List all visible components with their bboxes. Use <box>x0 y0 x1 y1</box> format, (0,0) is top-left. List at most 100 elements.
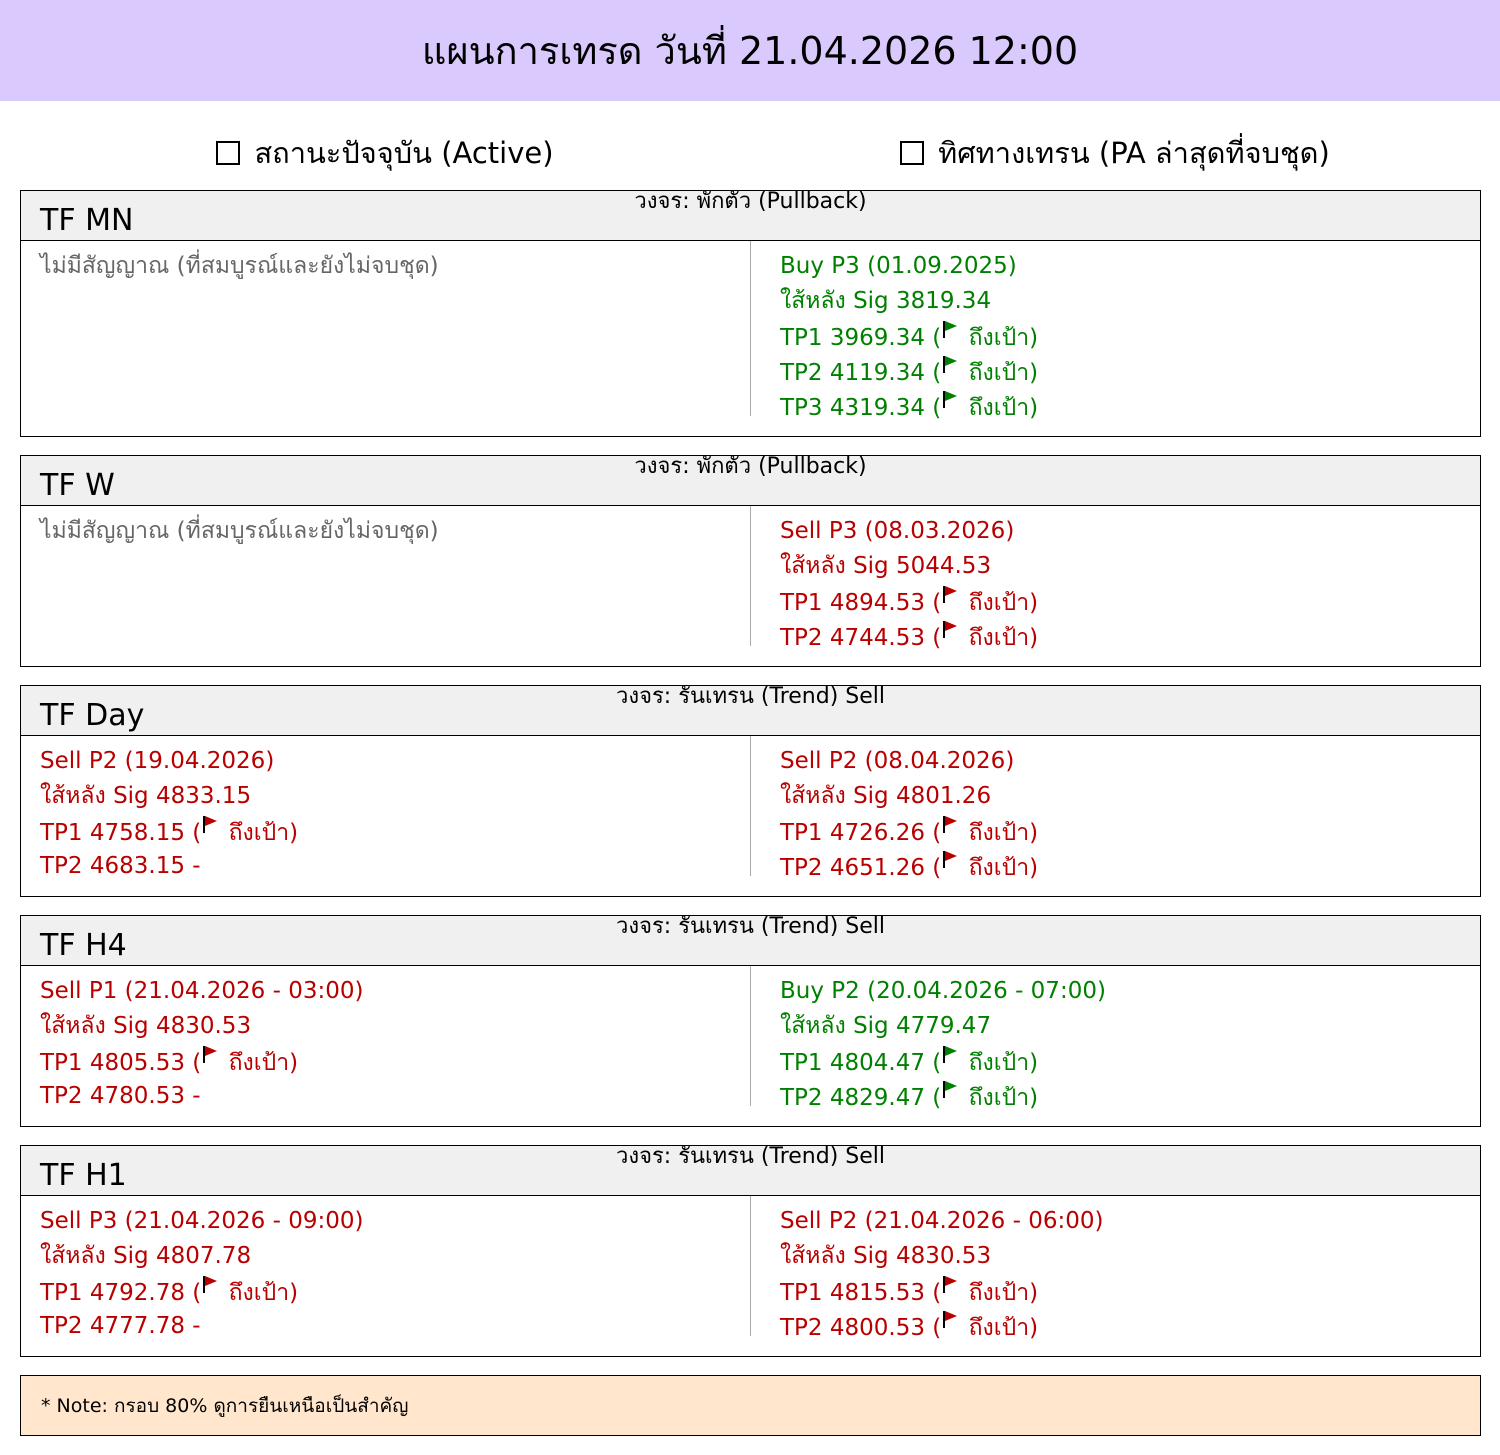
signal-text: TP2 4800.53 ( <box>780 1315 942 1341</box>
flag-icon <box>942 1276 958 1296</box>
signal-text: ใส้หลัง Sig 4807.78 <box>40 1243 252 1269</box>
left-signal-line: ใส้หลัง Sig 4807.78 <box>40 1241 740 1276</box>
cycle-label: วงจร: รันเทรน (Trend) Sell <box>615 914 886 939</box>
left-signal-line: Sell P2 (19.04.2026) <box>40 746 740 781</box>
panel-body: ไม่มีสัญญาณ (ที่สมบูรณ์และยังไม่จบชุด) Se… <box>21 506 1480 666</box>
panel-tf-h4: TF H4 วงจร: รันเทรน (Trend) Sell Sell P1 (… <box>20 914 1481 1127</box>
right-signal-line: ใส้หลัง Sig 3819.34 <box>780 286 1470 321</box>
signal-text: TP1 4804.47 ( <box>780 1050 942 1076</box>
panel-header: TF H4 วงจร: รันเทรน (Trend) Sell <box>21 914 1480 966</box>
signal-text: TP2 4777.78 - <box>40 1313 201 1339</box>
column-header-active: สถานะปัจจุบัน (Active) <box>20 128 750 178</box>
flag-icon <box>942 356 958 376</box>
right-signal-line: ใส้หลัง Sig 4801.26 <box>780 781 1470 816</box>
note-text: * Note: กรอบ 80% ดูการยืนเหนือเป็นสำคัญ <box>41 1394 409 1417</box>
signal-text: ใส้หลัง Sig 5044.53 <box>780 553 992 579</box>
signal-text: TP2 4829.47 ( <box>780 1085 942 1111</box>
flag-icon <box>202 1046 218 1066</box>
page-header: แผนการเทรด วันที่ 21.04.2026 12:00 <box>0 0 1500 101</box>
right-signal-line: Buy P3 (01.09.2025) <box>780 251 1470 286</box>
signal-status: ถึงเป้า) <box>961 1280 1039 1306</box>
flag-icon <box>942 586 958 606</box>
active-status-column: ไม่มีสัญญาณ (ที่สมบูรณ์และยังไม่จบชุด) <box>40 516 740 551</box>
flag-icon <box>202 816 218 836</box>
trend-checkbox[interactable] <box>900 141 925 165</box>
right-signal-line: TP2 4744.53 ( ถึงเป้า) <box>780 621 1470 656</box>
right-signal-line: TP2 4651.26 ( ถึงเป้า) <box>780 851 1470 886</box>
signal-text: TP1 4726.26 ( <box>780 820 942 846</box>
left-signal-line: Sell P3 (21.04.2026 - 09:00) <box>40 1206 740 1241</box>
panel-tf-h1: TF H1 วงจร: รันเทรน (Trend) Sell Sell P3 (… <box>20 1144 1481 1357</box>
left-signal-line: TP1 4758.15 ( ถึงเป้า) <box>40 816 740 851</box>
active-status-column: Sell P2 (19.04.2026) ใส้หลัง Sig 4833.15 T… <box>40 746 740 886</box>
panel-tf-day: TF Day วงจร: รันเทรน (Trend) Sell Sell P2 … <box>20 684 1481 897</box>
page-title: แผนการเทรด วันที่ 21.04.2026 12:00 <box>421 29 1079 73</box>
signal-text: TP2 4744.53 ( <box>780 625 942 651</box>
signal-text: TP1 4894.53 ( <box>780 590 942 616</box>
panel-header: TF H1 วงจร: รันเทรน (Trend) Sell <box>21 1144 1480 1196</box>
signal-status: ถึงเป้า) <box>221 1280 299 1306</box>
active-checkbox[interactable] <box>216 141 241 165</box>
signal-text: ไม่มีสัญญาณ (ที่สมบูรณ์และยังไม่จบชุด) <box>40 518 439 544</box>
signal-status: ถึงเป้า) <box>221 1050 299 1076</box>
signal-status: ถึงเป้า) <box>961 1050 1039 1076</box>
signal-text: ใส้หลัง Sig 4830.53 <box>40 1013 252 1039</box>
signal-status: ถึงเป้า) <box>961 395 1039 421</box>
right-signal-line: ใส้หลัง Sig 5044.53 <box>780 551 1470 586</box>
panel-body: Sell P2 (19.04.2026) ใส้หลัง Sig 4833.15 T… <box>21 736 1480 896</box>
cycle-label: วงจร: รันเทรน (Trend) Sell <box>615 684 886 709</box>
signal-text: ใส้หลัง Sig 4779.47 <box>780 1013 992 1039</box>
signal-text: TP2 4780.53 - <box>40 1083 201 1109</box>
signal-status: ถึงเป้า) <box>961 855 1039 881</box>
flag-icon <box>202 1276 218 1296</box>
right-signal-line: ใส้หลัง Sig 4779.47 <box>780 1011 1470 1046</box>
signal-text: Sell P2 (08.04.2026) <box>780 748 1015 774</box>
right-signal-line: Sell P3 (08.03.2026) <box>780 516 1470 551</box>
signal-text: Sell P2 (21.04.2026 - 06:00) <box>780 1208 1104 1234</box>
right-signal-line: TP2 4829.47 ( ถึงเป้า) <box>780 1081 1470 1116</box>
left-signal-line: TP1 4805.53 ( ถึงเป้า) <box>40 1046 740 1081</box>
flag-icon <box>942 321 958 341</box>
signal-status: ถึงเป้า) <box>961 820 1039 846</box>
signal-status: ถึงเป้า) <box>961 360 1039 386</box>
panel-tf-w: TF W วงจร: พักตัว (Pullback) ไม่มีสัญญาณ (… <box>20 454 1481 667</box>
right-signal-line: Sell P2 (08.04.2026) <box>780 746 1470 781</box>
right-signal-line: TP2 4119.34 ( ถึงเป้า) <box>780 356 1470 391</box>
right-signal-line: Sell P2 (21.04.2026 - 06:00) <box>780 1206 1470 1241</box>
column-divider <box>750 241 751 416</box>
right-signal-line: TP1 4804.47 ( ถึงเป้า) <box>780 1046 1470 1081</box>
trend-direction-column: Sell P2 (21.04.2026 - 06:00) ใส้หลัง Sig … <box>780 1206 1470 1346</box>
column-divider <box>750 506 751 646</box>
active-status-column: ไม่มีสัญญาณ (ที่สมบูรณ์และยังไม่จบชุด) <box>40 251 740 286</box>
left-signal-line: TP1 4792.78 ( ถึงเป้า) <box>40 1276 740 1311</box>
trend-direction-column: Sell P2 (08.04.2026) ใส้หลัง Sig 4801.26 T… <box>780 746 1470 886</box>
right-signal-line: TP1 4726.26 ( ถึงเป้า) <box>780 816 1470 851</box>
right-signal-line: TP1 4815.53 ( ถึงเป้า) <box>780 1276 1470 1311</box>
flag-icon <box>942 1081 958 1101</box>
trend-direction-column: Buy P3 (01.09.2025) ใส้หลัง Sig 3819.34 TP… <box>780 251 1470 426</box>
left-signal-line: TP2 4777.78 - <box>40 1311 740 1346</box>
signal-status: ถึงเป้า) <box>961 325 1039 351</box>
right-signal-line: ใส้หลัง Sig 4830.53 <box>780 1241 1470 1276</box>
right-signal-line: TP1 4894.53 ( ถึงเป้า) <box>780 586 1470 621</box>
trend-direction-column: Sell P3 (08.03.2026) ใส้หลัง Sig 5044.53 T… <box>780 516 1470 656</box>
signal-status: ถึงเป้า) <box>961 1085 1039 1111</box>
signal-status: ถึงเป้า) <box>221 820 299 846</box>
column-headers: สถานะปัจจุบัน (Active) ทิศทางเทรน (PA ล่… <box>0 128 1500 178</box>
cycle-label: วงจร: รันเทรน (Trend) Sell <box>615 1144 886 1169</box>
signal-text: TP1 4815.53 ( <box>780 1280 942 1306</box>
left-signal-line: ไม่มีสัญญาณ (ที่สมบูรณ์และยังไม่จบชุด) <box>40 516 740 551</box>
flag-icon <box>942 816 958 836</box>
cycle-label: วงจร: พักตัว (Pullback) <box>634 189 867 214</box>
left-signal-line: TP2 4683.15 - <box>40 851 740 886</box>
column-header-trend-label: ทิศทางเทรน (PA ล่าสุดที่จบชุด) <box>938 136 1330 170</box>
panel-tf-mn: TF MN วงจร: พักตัว (Pullback) ไม่มีสัญญาณ … <box>20 189 1481 437</box>
signal-text: Sell P3 (08.03.2026) <box>780 518 1015 544</box>
panel-body: ไม่มีสัญญาณ (ที่สมบูรณ์และยังไม่จบชุด) Bu… <box>21 241 1480 436</box>
signal-text: TP1 3969.34 ( <box>780 325 942 351</box>
column-divider <box>750 736 751 876</box>
left-signal-line: ใส้หลัง Sig 4833.15 <box>40 781 740 816</box>
signal-text: Buy P2 (20.04.2026 - 07:00) <box>780 978 1106 1004</box>
column-divider <box>750 1196 751 1336</box>
right-signal-line: Buy P2 (20.04.2026 - 07:00) <box>780 976 1470 1011</box>
